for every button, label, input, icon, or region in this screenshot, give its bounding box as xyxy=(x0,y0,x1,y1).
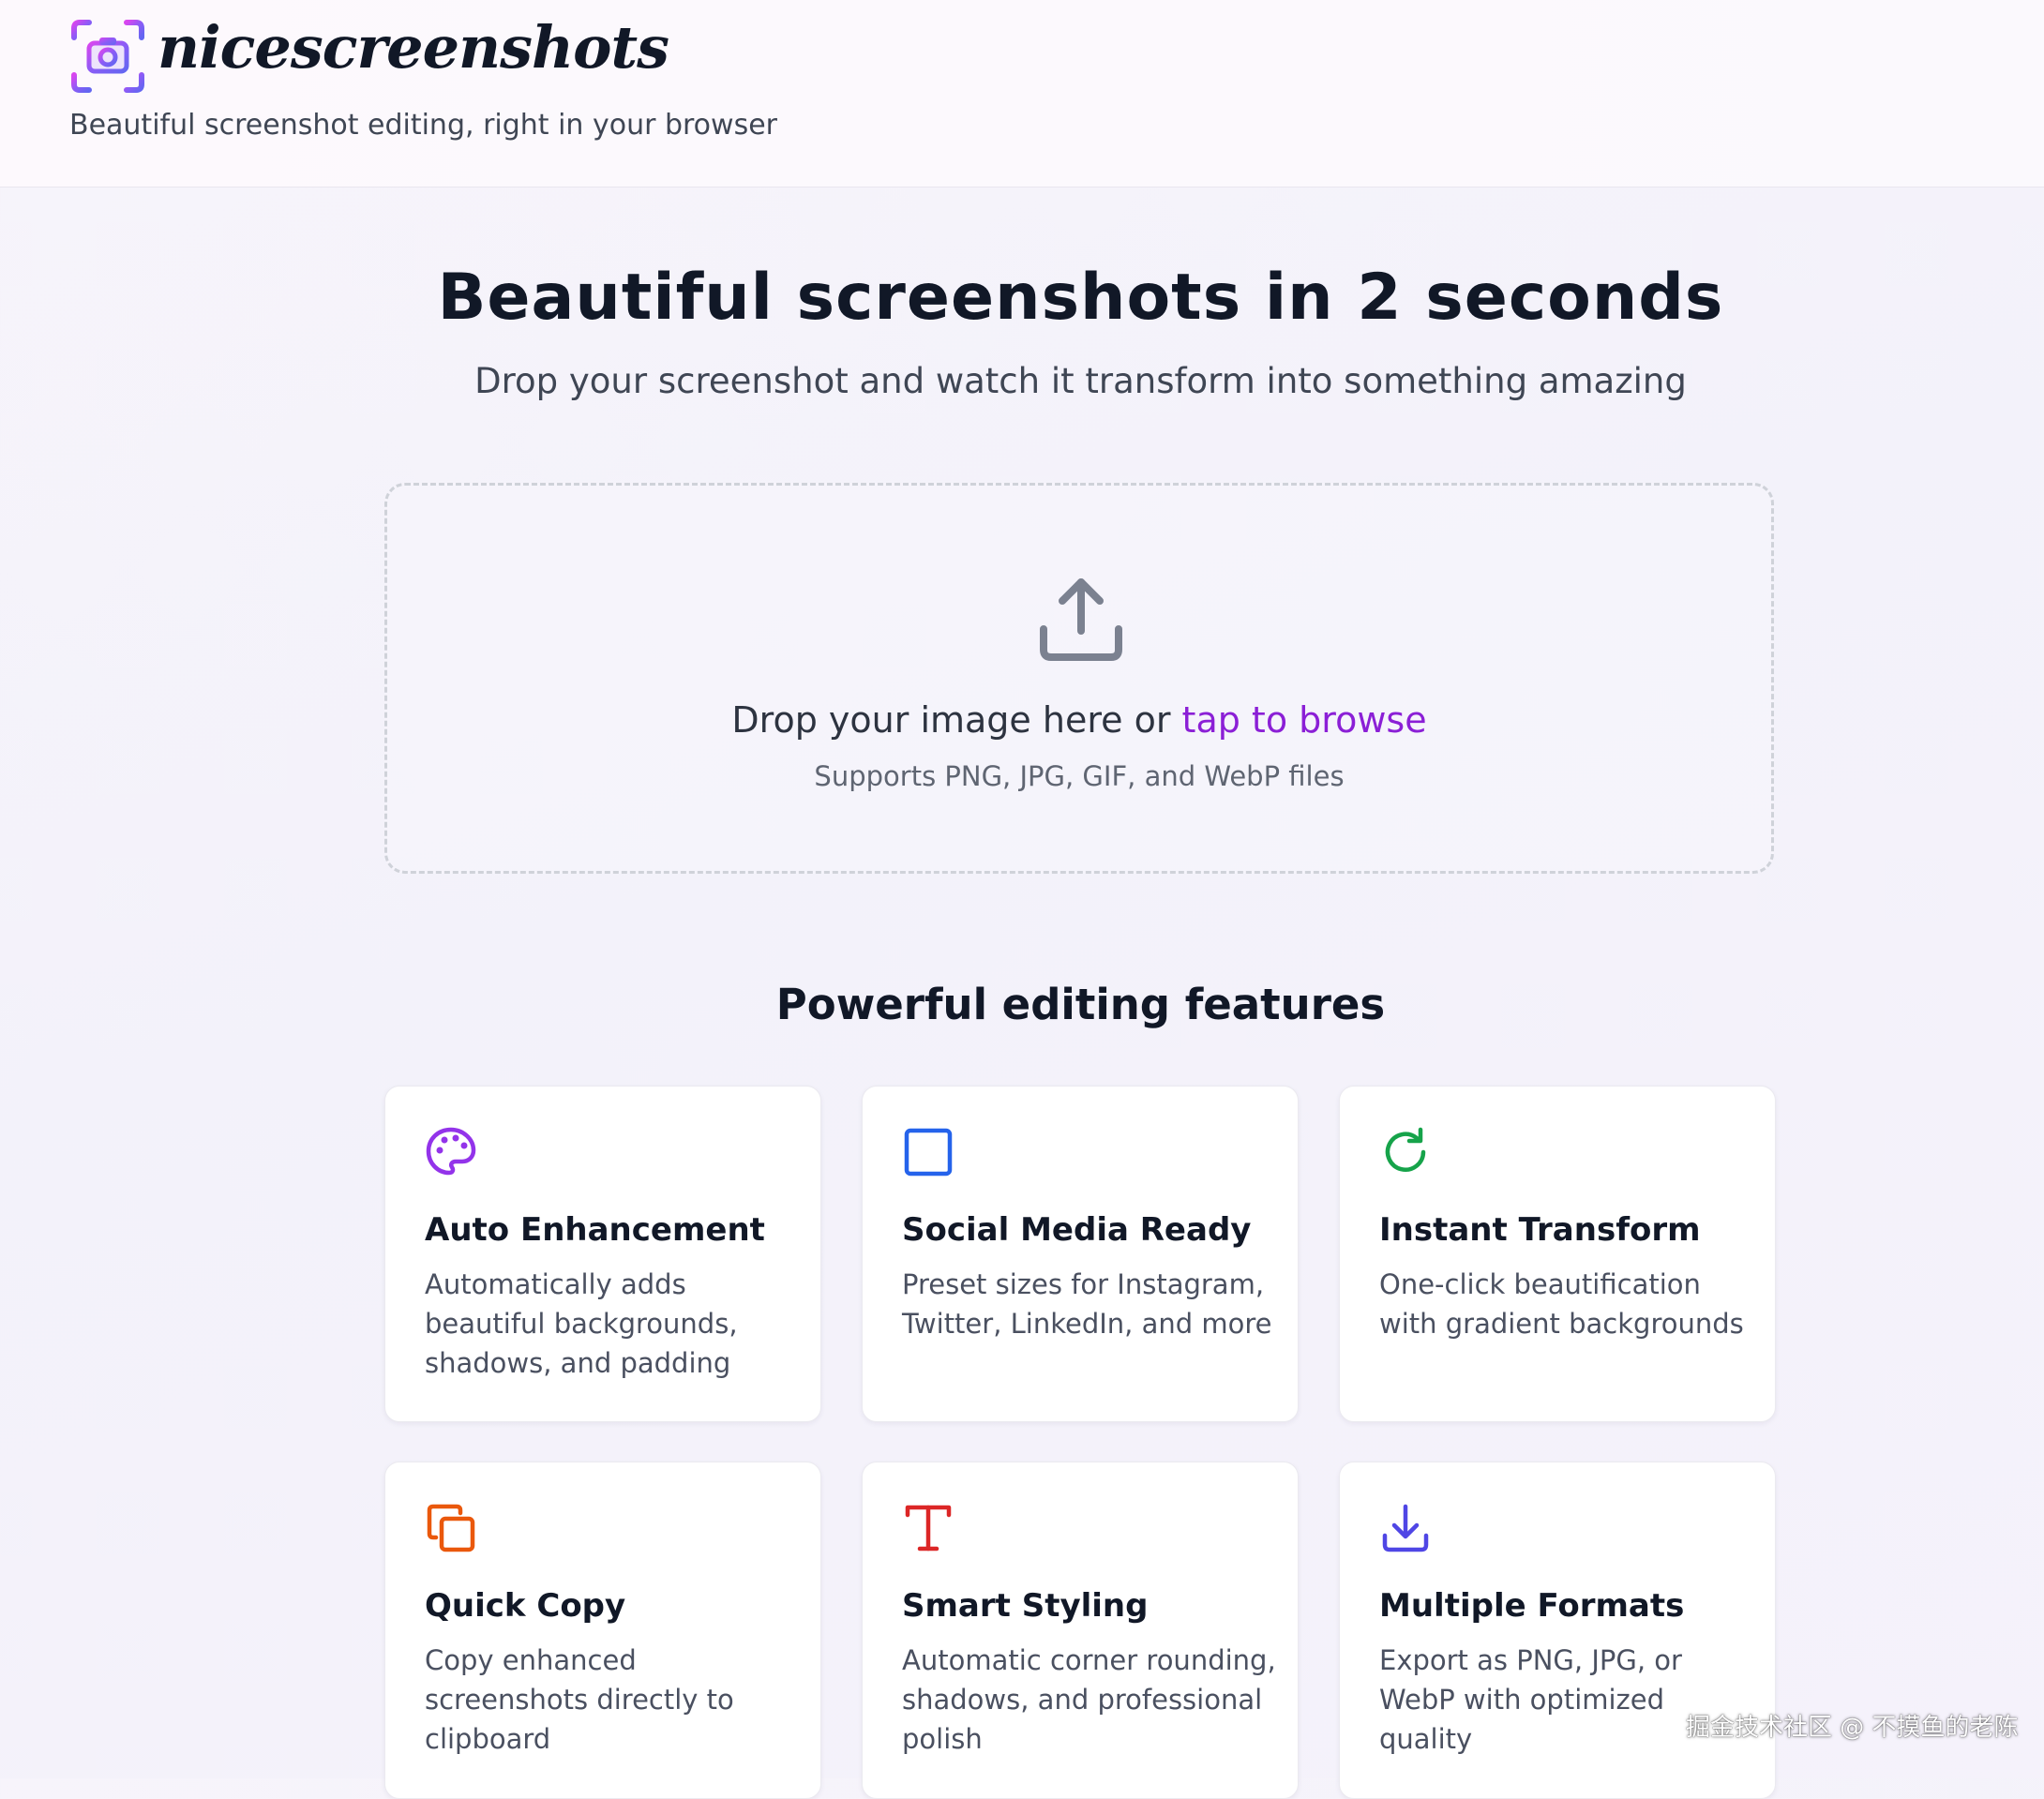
feature-title: Smart Styling xyxy=(902,1587,1149,1625)
feature-description: One-click beautification with gradient b… xyxy=(1379,1268,1744,1340)
brand-name[interactable]: nicescreenshots xyxy=(158,13,669,82)
supported-formats-hint: Supports PNG, JPG, GIF, and WebP files xyxy=(814,760,1345,792)
download-icon xyxy=(1382,1504,1429,1552)
feature-description: Preset sizes for Instagram, Twitter, Lin… xyxy=(902,1268,1272,1340)
feature-title: Auto Enhancement xyxy=(425,1211,765,1249)
square-icon xyxy=(904,1128,953,1177)
feature-card-quick-copy: Quick Copy Copy enhanced screenshots dir… xyxy=(384,1462,821,1799)
feature-card-instant-transform: Instant Transform One-click beautificati… xyxy=(1339,1086,1776,1422)
copy-icon xyxy=(427,1504,475,1552)
feature-card-smart-styling: Smart Styling Automatic corner rounding,… xyxy=(862,1462,1299,1799)
watermark-text: 掘金技术社区 @ 不摸鱼的老陈 xyxy=(1686,1714,2019,1742)
feature-description: Copy enhanced screenshots directly to cl… xyxy=(425,1644,734,1755)
palette-icon xyxy=(426,1127,476,1176)
features-title: Powerful editing features xyxy=(775,980,1386,1029)
upload-icon xyxy=(1040,578,1122,661)
upload-dropzone[interactable]: Drop your image here or tap to browse Su… xyxy=(384,483,1774,874)
feature-title: Multiple Formats xyxy=(1379,1587,1685,1625)
feature-title: Social Media Ready xyxy=(902,1211,1252,1249)
feature-description: Automatically adds beautiful backgrounds… xyxy=(425,1268,738,1379)
hero-subtitle: Drop your screenshot and watch it transf… xyxy=(474,361,1687,401)
refresh-icon xyxy=(1385,1127,1426,1172)
app-header: nicescreenshots Beautiful screenshot edi… xyxy=(0,0,2044,187)
feature-card-multiple-formats: Multiple Formats Export as PNG, JPG, or … xyxy=(1339,1462,1776,1799)
tagline: Beautiful screenshot editing, right in y… xyxy=(69,109,777,142)
feature-card-auto-enhancement: Auto Enhancement Automatically adds beau… xyxy=(384,1086,821,1422)
hero-title: Beautiful screenshots in 2 seconds xyxy=(437,261,1724,335)
feature-card-social-media-ready: Social Media Ready Preset sizes for Inst… xyxy=(862,1086,1299,1422)
feature-title: Instant Transform xyxy=(1379,1211,1701,1249)
feature-description: Automatic corner rounding, shadows, and … xyxy=(902,1644,1276,1755)
browse-link[interactable]: tap to browse xyxy=(1182,699,1427,741)
text-icon xyxy=(905,1505,952,1552)
camera-icon[interactable] xyxy=(68,17,147,96)
drop-prompt-text: Drop your image here or xyxy=(731,699,1182,741)
feature-title: Quick Copy xyxy=(425,1587,626,1625)
drop-prompt: Drop your image here or tap to browse xyxy=(387,699,1771,741)
